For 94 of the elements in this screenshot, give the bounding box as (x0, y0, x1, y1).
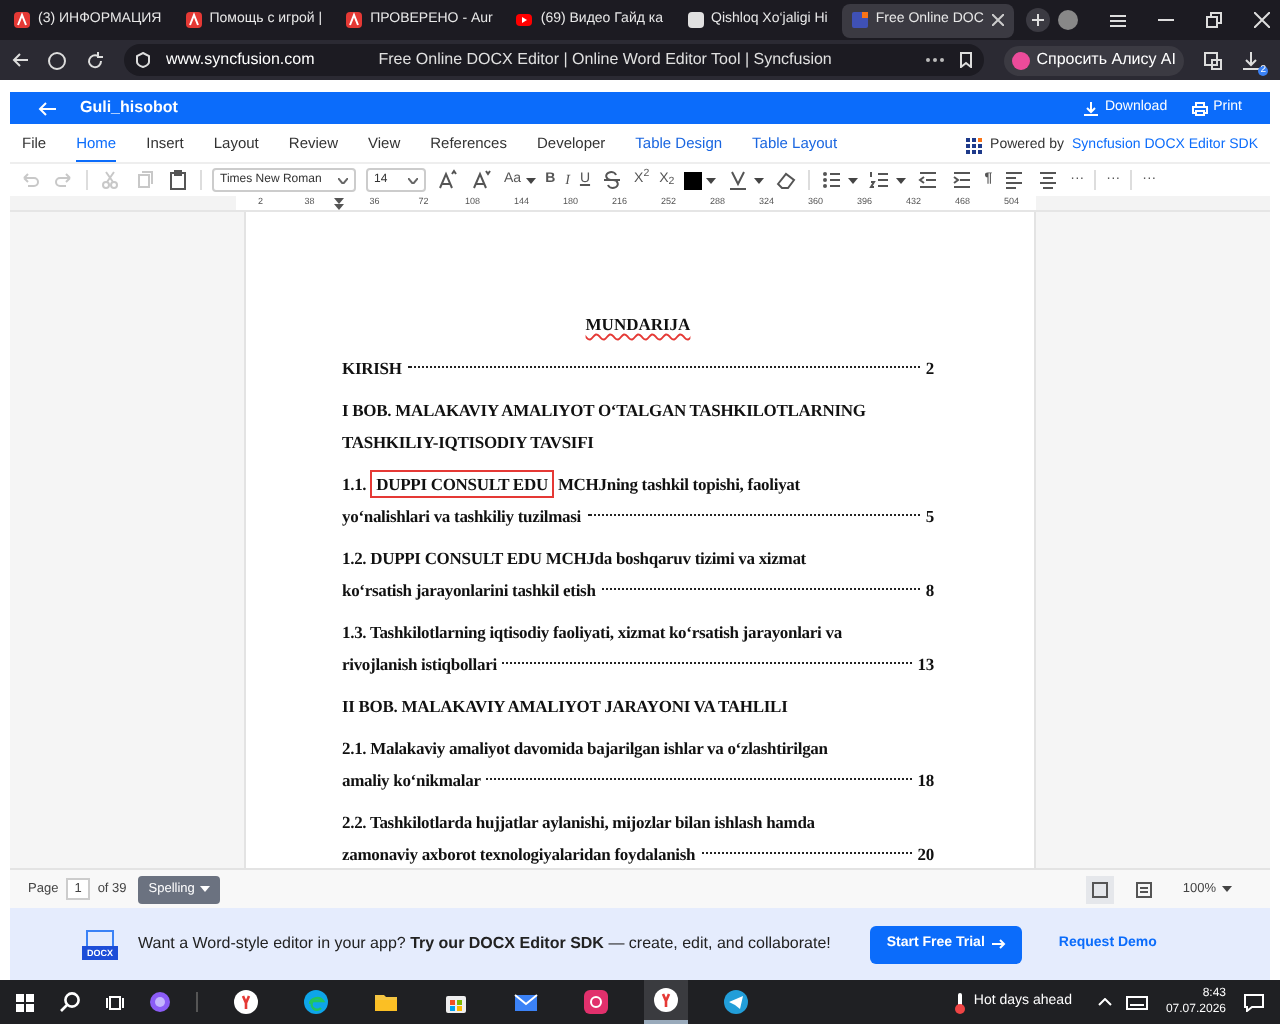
page-number: 18 (917, 767, 934, 793)
caret-icon (896, 177, 907, 183)
toc-text: 2.2. Tashkilotlarda hujjatlar aylanishi, mijozlar bilan ishlash hamda (342, 809, 815, 835)
mail-icon (514, 990, 538, 1014)
page-number: 2 (925, 355, 934, 381)
toc-text: 2.1. Malakaviy amaliyot davomida bajarilgan ishlar va o‘zlashtirilgan (342, 735, 828, 761)
close-icon[interactable] (991, 14, 1004, 26)
web-layout-icon[interactable] (1134, 879, 1155, 899)
reload-icon[interactable] (86, 51, 104, 69)
toc-title: MUNDARIJA (583, 312, 693, 336)
store-icon (444, 990, 468, 1014)
assistant-button[interactable]: Спросить Алису AI (1004, 45, 1184, 75)
bullet-list-icon[interactable] (820, 168, 845, 192)
page-number: 5 (925, 503, 934, 529)
toc-text: zamonaviy axborot texnologiyalaridan foydalanish (342, 841, 696, 867)
camera-app-icon (584, 990, 608, 1014)
tab-favicon-icon (851, 12, 868, 28)
tab-favicon-icon (14, 12, 30, 28)
highlight-icon[interactable] (726, 168, 751, 192)
toc-text: MCHJning tashkil topishi, faoliyat (557, 471, 800, 497)
browser-app-icon (234, 990, 258, 1014)
align-center-icon[interactable] (1036, 168, 1061, 192)
grid-logo-icon (966, 137, 983, 154)
bookmark-icon[interactable] (960, 52, 973, 68)
translate-icon[interactable] (1204, 51, 1222, 69)
page-number: 8 (925, 577, 934, 603)
numbered-list-icon[interactable] (868, 168, 893, 192)
new-tab-icon[interactable] (1025, 8, 1050, 32)
lock-icon (136, 52, 150, 68)
tab-favicon-icon (346, 12, 363, 28)
strikethrough-icon[interactable] (600, 168, 625, 192)
browser-app-icon (654, 988, 678, 1012)
toc-text: 1.2. DUPPI CONSULT EDU MCHJda boshqaruv tizimi va xizmat (342, 545, 806, 571)
toc-text: I BOB. MALAKAVIY AMALIYOT O‘TALGAN TASHKILOTLARNING (342, 397, 866, 423)
grow-font-icon[interactable] (436, 168, 460, 192)
page-number: 13 (917, 651, 934, 677)
print-layout-icon[interactable] (1086, 875, 1115, 903)
caret-icon (525, 177, 536, 183)
caret-icon (706, 177, 717, 183)
url-text: www.syncfusion.com (166, 48, 315, 72)
download-icon[interactable] (1242, 51, 1260, 69)
avatar-icon[interactable] (1057, 10, 1078, 30)
promo-text: Want a Word-style editor in your app? Try our DOCX Editor SDK — create, edit, and collaborate! (138, 932, 831, 956)
toc-text: yo‘nalishlari va tashkiliy tuzilmasi (342, 503, 582, 529)
tab-favicon-icon (516, 12, 533, 28)
clipboard-icon[interactable] (166, 168, 190, 192)
toc-text: 1.1. (342, 471, 367, 497)
task-view-icon[interactable] (106, 993, 124, 1011)
alice-icon (1012, 51, 1031, 69)
close-icon[interactable] (1253, 12, 1270, 28)
chevron-icon (338, 177, 348, 183)
back-icon[interactable] (12, 52, 28, 68)
thermometer-icon (953, 991, 966, 1013)
indent-icon[interactable] (950, 168, 975, 192)
align-left-icon[interactable] (1002, 168, 1027, 192)
outdent-icon[interactable] (916, 168, 941, 192)
menu-icon[interactable] (1109, 13, 1126, 27)
toc-text: II BOB. MALAKAVIY AMALIYOT JARAYONI VA TAHLILI (342, 693, 788, 719)
chevron-up-icon[interactable] (1097, 998, 1112, 1006)
edge-browser-icon (304, 990, 328, 1014)
search-icon[interactable] (60, 992, 80, 1012)
caret-icon (754, 177, 765, 183)
taskbar-app-button[interactable] (644, 980, 688, 1024)
folder-icon (374, 990, 398, 1014)
caret-icon (200, 886, 211, 892)
caret-icon (848, 177, 859, 183)
paper-plane-icon (724, 990, 748, 1014)
font-color-button[interactable] (684, 171, 717, 189)
document-name: Guli_hisobot (80, 96, 178, 120)
notification-icon[interactable] (1244, 993, 1264, 1011)
shield-icon[interactable] (48, 51, 66, 69)
arrow-right-icon (992, 938, 1007, 950)
eraser-icon[interactable] (774, 168, 799, 192)
chevron-icon (408, 177, 418, 183)
toc-text: amaliy ko‘nikmalar (342, 767, 481, 793)
restore-icon[interactable] (1205, 12, 1222, 28)
keyboard-icon[interactable] (1125, 995, 1148, 1009)
toc-text: ko‘rsatish jarayonlarini tashkil etish (342, 577, 596, 603)
address-field[interactable]: www.syncfusion.com Free Online DOCX Editor | Online Word Editor Tool | Syncfusion (124, 44, 985, 76)
tab-favicon-icon (687, 12, 703, 28)
toc-text: TASHKILIY-IQTISODIY TAVSIFI (342, 429, 594, 455)
caret-icon (1222, 886, 1232, 892)
page-title: Free Online DOCX Editor | Online Word Editor Tool | Syncfusion (378, 48, 832, 72)
page-number: 20 (917, 841, 934, 867)
shrink-font-icon[interactable] (470, 168, 494, 192)
toc-text: KIRISH (342, 355, 402, 381)
toc-text: rivojlanish istiqbollari (342, 651, 497, 677)
download-icon (1084, 101, 1099, 115)
windows-start-icon[interactable] (16, 993, 34, 1011)
toc-text: 1.3. Tashkilotlarning iqtisodiy faoliyati, xizmat ko‘rsatish jarayonlari va (342, 619, 842, 645)
printer-icon (1191, 101, 1208, 115)
toc-text: DUPPI CONSULT EDU (372, 471, 552, 497)
assistant-orb-icon[interactable] (150, 992, 170, 1012)
tab-favicon-icon (185, 12, 202, 28)
